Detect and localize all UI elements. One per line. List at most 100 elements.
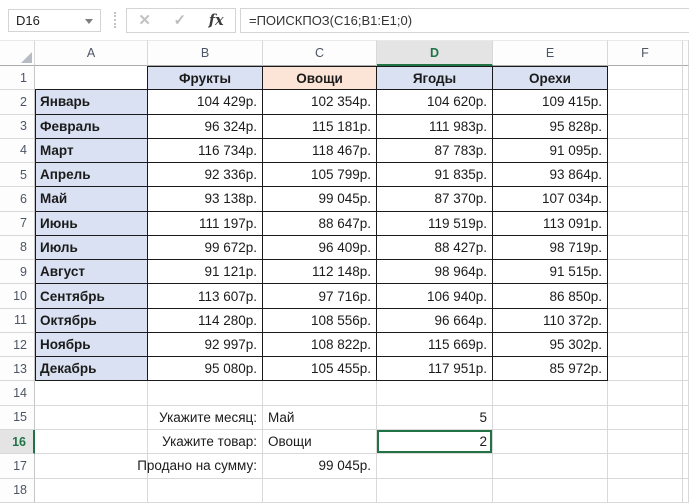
cell-B14[interactable]: [148, 381, 263, 406]
row-header-9[interactable]: 9: [0, 260, 35, 285]
cell-F6[interactable]: [608, 187, 683, 212]
row-header-3[interactable]: 3: [0, 114, 35, 139]
cell-D11[interactable]: 96 664р.: [377, 308, 493, 333]
cell-C11[interactable]: 108 556р.: [263, 308, 377, 333]
cell-B9[interactable]: 91 121р.: [148, 260, 263, 285]
cell-C17[interactable]: 99 045р.: [263, 454, 377, 479]
cell-E5[interactable]: 93 864р.: [493, 163, 608, 188]
column-header-A[interactable]: A: [35, 40, 148, 66]
cell-F9[interactable]: [608, 260, 683, 285]
cell-B1[interactable]: Фрукты: [148, 66, 263, 91]
name-box-dropdown-icon[interactable]: [85, 18, 93, 24]
formula-input[interactable]: =ПОИСКПОЗ(C16;B1:E1;0): [240, 7, 689, 33]
cell-D8[interactable]: 88 427р.: [377, 235, 493, 261]
cancel-button[interactable]: ✕: [138, 11, 151, 29]
column-header-C[interactable]: C: [263, 40, 377, 66]
cell-E11[interactable]: 110 372р.: [493, 308, 608, 333]
cell-G2[interactable]: [683, 90, 689, 115]
cell-A12[interactable]: Ноябрь: [35, 332, 148, 358]
cell-G5[interactable]: [683, 163, 689, 188]
row-header-11[interactable]: 11: [0, 308, 35, 333]
cell-C13[interactable]: 105 455р.: [263, 357, 377, 382]
cell-C1[interactable]: Овощи: [263, 66, 377, 91]
row-header-4[interactable]: 4: [0, 138, 35, 164]
cell-D12[interactable]: 115 669р.: [377, 332, 493, 358]
cell-B8[interactable]: 99 672р.: [148, 235, 263, 261]
cell-F1[interactable]: [608, 66, 683, 91]
cell-E14[interactable]: [493, 381, 608, 406]
cell-A8[interactable]: Июль: [35, 235, 148, 261]
cell-F16[interactable]: [608, 429, 683, 455]
cell-E1[interactable]: Орехи: [493, 66, 608, 91]
cell-G10[interactable]: [683, 284, 689, 309]
column-header-E[interactable]: E: [493, 40, 608, 66]
cell-F3[interactable]: [608, 114, 683, 139]
row-header-8[interactable]: 8: [0, 235, 35, 261]
cell-A4[interactable]: Март: [35, 138, 148, 164]
cell-F17[interactable]: [608, 454, 683, 479]
row-header-10[interactable]: 10: [0, 284, 35, 309]
cell-D1[interactable]: Ягоды: [377, 66, 493, 91]
cell-D9[interactable]: 98 964р.: [377, 260, 493, 285]
cell-A14[interactable]: [35, 381, 148, 406]
cell-D3[interactable]: 111 983р.: [377, 114, 493, 139]
cell-C4[interactable]: 118 467р.: [263, 138, 377, 164]
cell-D15[interactable]: 5: [377, 405, 493, 430]
row-header-2[interactable]: 2: [0, 90, 35, 115]
row-header-5[interactable]: 5: [0, 163, 35, 188]
cell-A3[interactable]: Февраль: [35, 114, 148, 139]
cell-C12[interactable]: 108 822р.: [263, 332, 377, 358]
cell-F4[interactable]: [608, 138, 683, 164]
cell-E8[interactable]: 98 719р.: [493, 235, 608, 261]
cell-A18[interactable]: [35, 478, 148, 503]
cell-A9[interactable]: Август: [35, 260, 148, 285]
cell-B17[interactable]: Продано на сумму:: [137, 454, 263, 479]
cell-F8[interactable]: [608, 235, 683, 261]
cell-F10[interactable]: [608, 284, 683, 309]
cell-G18[interactable]: [683, 478, 689, 503]
cell-A2[interactable]: Январь: [35, 90, 148, 115]
cell-F12[interactable]: [608, 332, 683, 358]
cell-E16[interactable]: [493, 429, 608, 455]
cell-C6[interactable]: 99 045р.: [263, 187, 377, 212]
cell-E6[interactable]: 107 034р.: [493, 187, 608, 212]
cell-C16[interactable]: Овощи: [263, 429, 377, 455]
cell-A1[interactable]: [35, 66, 148, 91]
row-header-16[interactable]: 16: [0, 429, 35, 455]
cell-G16[interactable]: [683, 429, 689, 455]
cell-D18[interactable]: [377, 478, 493, 503]
cell-C8[interactable]: 96 409р.: [263, 235, 377, 261]
cell-F2[interactable]: [608, 90, 683, 115]
cell-D13[interactable]: 117 951р.: [377, 357, 493, 382]
cell-B16[interactable]: Укажите товар:: [148, 429, 263, 455]
name-box[interactable]: D16: [8, 8, 101, 32]
column-header-G[interactable]: [683, 40, 689, 66]
cell-B2[interactable]: 104 429р.: [148, 90, 263, 115]
row-header-1[interactable]: 1: [0, 66, 35, 91]
select-all-corner[interactable]: [0, 40, 35, 66]
cell-C7[interactable]: 88 647р.: [263, 211, 377, 236]
cell-A16[interactable]: [35, 429, 148, 455]
cell-C9[interactable]: 112 148р.: [263, 260, 377, 285]
cell-B6[interactable]: 93 138р.: [148, 187, 263, 212]
cell-G12[interactable]: [683, 332, 689, 358]
row-header-14[interactable]: 14: [0, 381, 35, 406]
row-header-18[interactable]: 18: [0, 478, 35, 503]
cell-E3[interactable]: 95 828р.: [493, 114, 608, 139]
cell-G13[interactable]: [683, 357, 689, 382]
row-header-17[interactable]: 17: [0, 454, 35, 479]
cell-A7[interactable]: Июнь: [35, 211, 148, 236]
cell-G17[interactable]: [683, 454, 689, 479]
cell-D10[interactable]: 106 940р.: [377, 284, 493, 309]
cell-E2[interactable]: 109 415р.: [493, 90, 608, 115]
cell-D16[interactable]: 2: [377, 429, 493, 455]
column-header-B[interactable]: B: [148, 40, 263, 66]
cell-E10[interactable]: 86 850р.: [493, 284, 608, 309]
cell-F11[interactable]: [608, 308, 683, 333]
cell-G15[interactable]: [683, 405, 689, 430]
cell-B4[interactable]: 116 734р.: [148, 138, 263, 164]
cell-E9[interactable]: 91 515р.: [493, 260, 608, 285]
cell-G6[interactable]: [683, 187, 689, 212]
cell-C3[interactable]: 115 181р.: [263, 114, 377, 139]
cell-A5[interactable]: Апрель: [35, 163, 148, 188]
